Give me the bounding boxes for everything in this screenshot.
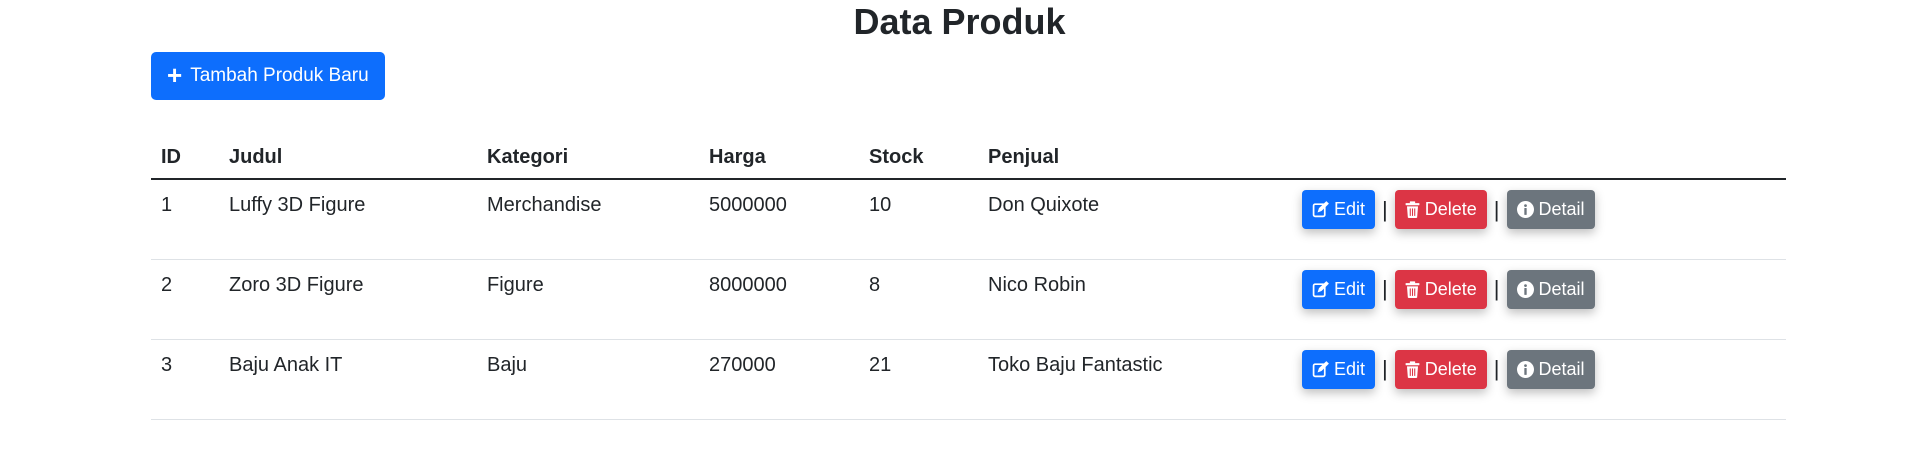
separator: | — [1382, 356, 1388, 381]
info-icon — [1516, 201, 1534, 218]
header-stock: Stock — [859, 136, 978, 180]
separator: | — [1493, 356, 1500, 381]
header-kategori: Kategori — [477, 136, 699, 180]
table-row: 1 Luffy 3D Figure Merchandise 5000000 10… — [151, 179, 1786, 260]
separator: | — [1382, 276, 1388, 301]
cell-kategori: Figure — [477, 259, 699, 340]
edit-button[interactable]: Edit — [1302, 269, 1376, 309]
detail-button[interactable]: Detail — [1506, 349, 1595, 389]
trash-icon — [1405, 201, 1420, 218]
cell-stock: 21 — [859, 339, 978, 420]
detail-button[interactable]: Detail — [1506, 269, 1595, 309]
header-penjual: Penjual — [978, 136, 1292, 180]
trash-icon — [1405, 360, 1420, 378]
info-icon — [1516, 360, 1534, 378]
header-id: ID — [151, 136, 219, 180]
edit-button[interactable]: Edit — [1302, 190, 1376, 229]
cell-harga: 8000000 — [699, 259, 859, 340]
cell-actions: Edit | Delete | Detail — [1292, 259, 1786, 340]
cell-judul: Luffy 3D Figure — [219, 179, 477, 260]
detail-label: Detail — [1538, 278, 1585, 299]
cell-actions: Edit | Delete | Detail — [1292, 339, 1786, 420]
delete-button[interactable]: Delete — [1394, 349, 1487, 389]
delete-label: Delete — [1424, 358, 1477, 379]
table-row: 2 Zoro 3D Figure Figure 8000000 8 Nico R… — [151, 259, 1786, 340]
edit-button[interactable]: Edit — [1302, 349, 1376, 389]
delete-button[interactable]: Delete — [1394, 269, 1487, 309]
detail-button[interactable]: Detail — [1506, 190, 1595, 229]
separator: | — [1382, 196, 1388, 222]
cell-penjual: Nico Robin — [978, 259, 1292, 340]
trash-icon — [1405, 280, 1420, 298]
delete-button[interactable]: Delete — [1394, 190, 1487, 229]
header-harga: Harga — [699, 136, 859, 180]
delete-label: Delete — [1424, 199, 1477, 219]
table-row: 3 Baju Anak IT Baju 270000 21 Toko Baju … — [151, 339, 1786, 420]
cell-judul: Baju Anak IT — [219, 339, 477, 420]
cell-id: 1 — [151, 179, 219, 260]
page-title: Data Produk — [853, 1, 1066, 42]
edit-icon — [1312, 280, 1329, 298]
cell-id: 3 — [151, 339, 219, 420]
cell-id: 2 — [151, 259, 219, 340]
header-actions — [1292, 136, 1786, 180]
cell-kategori: Baju — [477, 339, 699, 420]
delete-label: Delete — [1424, 278, 1477, 299]
edit-label: Edit — [1334, 278, 1366, 299]
page-container: Data Produk + Tambah Produk Baru ID Judu… — [0, 0, 1919, 455]
add-product-button[interactable]: + Tambah Produk Baru — [151, 52, 385, 100]
edit-icon — [1312, 360, 1329, 378]
cell-harga: 5000000 — [699, 179, 859, 260]
cell-penjual: Don Quixote — [978, 179, 1292, 260]
edit-icon — [1312, 201, 1329, 218]
products-table: ID Judul Kategori Harga Stock Penjual 1 … — [151, 136, 1786, 420]
table-header-row: ID Judul Kategori Harga Stock Penjual — [151, 136, 1786, 180]
info-icon — [1516, 280, 1534, 298]
detail-label: Detail — [1538, 199, 1585, 219]
edit-label: Edit — [1334, 358, 1366, 379]
plus-icon: + — [167, 60, 183, 90]
separator: | — [1493, 276, 1500, 301]
cell-penjual: Toko Baju Fantastic — [978, 339, 1292, 420]
detail-label: Detail — [1538, 358, 1585, 379]
cell-stock: 8 — [859, 259, 978, 340]
add-product-label: Tambah Produk Baru — [190, 65, 369, 86]
edit-label: Edit — [1334, 199, 1366, 219]
separator: | — [1493, 196, 1500, 222]
cell-stock: 10 — [859, 179, 978, 260]
cell-actions: Edit | Delete | Detail — [1292, 179, 1786, 260]
cell-kategori: Merchandise — [477, 179, 699, 260]
cell-harga: 270000 — [699, 339, 859, 420]
header-judul: Judul — [219, 136, 477, 180]
cell-judul: Zoro 3D Figure — [219, 259, 477, 340]
